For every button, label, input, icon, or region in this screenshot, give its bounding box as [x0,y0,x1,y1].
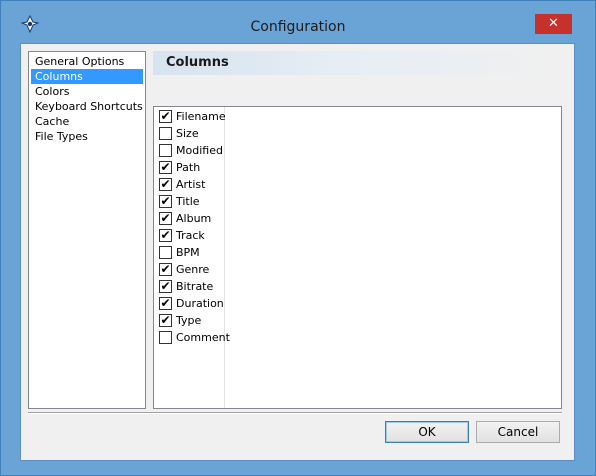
cancel-button[interactable]: Cancel [476,421,560,443]
column-option-modified[interactable]: Modified [159,142,223,159]
checkbox[interactable]: ✔ [159,297,172,310]
sidebar-item-general-options[interactable]: General Options [31,54,143,69]
column-option-label: Filename [176,110,226,123]
column-option-bitrate[interactable]: ✔ Bitrate [159,278,223,295]
column-option-bpm[interactable]: BPM [159,244,223,261]
checkmark-icon: ✔ [160,296,171,310]
column-option-path[interactable]: ✔ Path [159,159,223,176]
checkbox[interactable]: ✔ [159,178,172,191]
checkmark-icon: ✔ [160,279,171,293]
dialog-client-area: General Options Columns Colors Keyboard … [20,43,575,461]
close-button[interactable]: ✕ [535,14,572,34]
section-title: Columns [166,55,229,70]
checkmark-icon: ✔ [160,211,171,225]
column-option-label: Album [176,212,212,225]
checkmark-icon: ✔ [160,194,171,208]
close-icon: ✕ [548,16,559,31]
checkbox[interactable] [159,246,172,259]
sidebar-item-keyboard-shortcuts[interactable]: Keyboard Shortcuts [31,99,143,114]
column-option-label: Title [176,195,200,208]
checkbox[interactable]: ✔ [159,212,172,225]
title-bar[interactable]: Configuration ✕ [1,1,595,39]
column-option-label: Track [176,229,205,242]
ok-button[interactable]: OK [385,421,469,443]
checkbox[interactable]: ✔ [159,161,172,174]
checkbox[interactable] [159,331,172,344]
column-option-label: Genre [176,263,210,276]
checkbox[interactable]: ✔ [159,195,172,208]
column-option-filename[interactable]: ✔ Filename [159,108,226,125]
checkmark-icon: ✔ [160,228,171,242]
settings-category-list[interactable]: General Options Columns Colors Keyboard … [28,51,146,409]
column-option-comment[interactable]: Comment [159,329,230,346]
column-option-track[interactable]: ✔ Track [159,227,223,244]
sidebar-item-file-types[interactable]: File Types [31,129,143,144]
column-option-size[interactable]: Size [159,125,223,142]
column-option-title[interactable]: ✔ Title [159,193,223,210]
column-option-label: Bitrate [176,280,214,293]
columns-checklist[interactable]: ✔ Filename Size Modified ✔ Path ✔ Artist… [153,106,562,409]
column-option-label: Comment [176,331,230,344]
column-option-label: Modified [176,144,223,157]
checkmark-icon: ✔ [160,160,171,174]
column-option-label: Path [176,161,201,174]
checkbox[interactable]: ✔ [159,263,172,276]
column-option-label: Duration [176,297,224,310]
column-option-label: BPM [176,246,200,259]
list-divider [224,107,225,408]
column-option-label: Artist [176,178,206,191]
checkbox[interactable] [159,127,172,140]
window-title: Configuration [250,19,346,35]
column-option-album[interactable]: ✔ Album [159,210,223,227]
checkbox[interactable]: ✔ [159,110,172,123]
column-option-duration[interactable]: ✔ Duration [159,295,224,312]
column-option-artist[interactable]: ✔ Artist [159,176,223,193]
checkbox[interactable]: ✔ [159,314,172,327]
checkbox[interactable]: ✔ [159,229,172,242]
sidebar-item-colors[interactable]: Colors [31,84,143,99]
checkmark-icon: ✔ [160,313,171,327]
checkmark-icon: ✔ [160,177,171,191]
checkmark-icon: ✔ [160,262,171,276]
column-option-label: Type [176,314,202,327]
checkbox[interactable] [159,144,172,157]
column-option-genre[interactable]: ✔ Genre [159,261,223,278]
checkbox[interactable]: ✔ [159,280,172,293]
footer-separator [28,412,562,414]
sidebar-item-cache[interactable]: Cache [31,114,143,129]
sidebar-item-columns[interactable]: Columns [31,69,143,84]
configuration-window: Configuration ✕ General Options Columns … [0,0,596,476]
checkmark-icon: ✔ [160,109,171,123]
section-header: Columns [153,51,562,75]
column-option-type[interactable]: ✔ Type [159,312,223,329]
column-option-label: Size [176,127,199,140]
